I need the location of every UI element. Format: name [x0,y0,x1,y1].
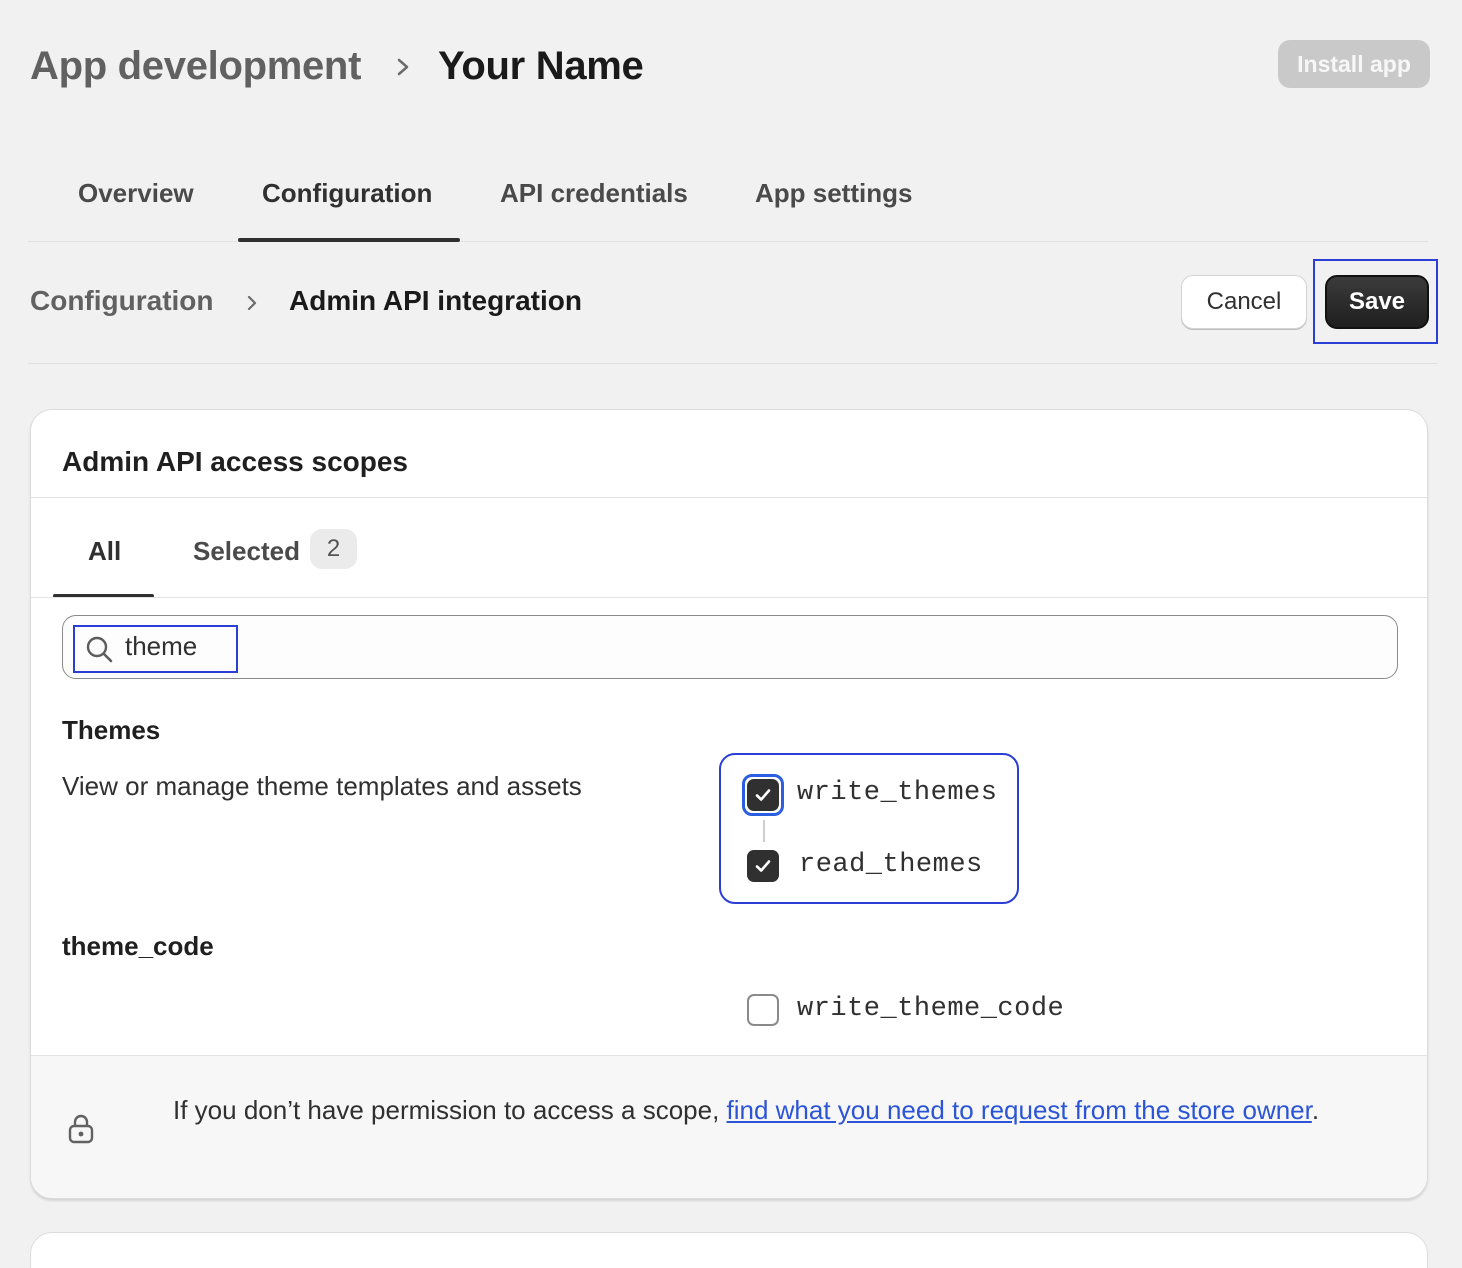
save-button[interactable]: Save [1325,275,1429,329]
write-theme-code-checkbox[interactable] [747,994,779,1026]
scope-group-title: Themes [62,715,161,745]
section-title: Admin API integration [289,285,582,316]
install-app-button[interactable]: Install app [1278,40,1430,88]
tab-app-settings[interactable]: App settings [755,178,912,209]
read-themes-checkbox[interactable] [747,850,779,882]
breadcrumb-app-development[interactable]: App development [30,44,361,89]
tab-api-credentials[interactable]: API credentials [500,178,688,209]
lock-icon [68,1114,94,1144]
access-scopes-card: Admin API access scopes All Selected 2 t… [30,409,1428,1199]
tab-overview[interactable]: Overview [78,178,194,209]
active-tab-indicator [238,238,460,242]
permission-note-text: If you don’t have permission to access a… [173,1095,727,1125]
breadcrumb-configuration[interactable]: Configuration [30,285,214,317]
write-theme-code-label[interactable]: write_theme_code [797,994,1064,1024]
page-header: App development Your Name Install app [30,40,1430,100]
chevron-right-icon [397,58,409,76]
divider [31,597,1427,598]
permission-note-end: . [1311,1095,1320,1125]
tab-configuration[interactable]: Configuration [262,178,432,209]
scope-search-input[interactable]: theme [62,615,1398,679]
tab-selected[interactable]: Selected [193,536,300,567]
request-scope-link[interactable]: find what you need to request from the s… [727,1095,1312,1125]
next-card [30,1232,1428,1268]
chevron-right-icon [247,295,257,311]
selected-count-badge: 2 [310,529,357,569]
scope-group-title: theme_code [62,931,214,961]
checkmark-icon [755,860,771,872]
configuration-header: Configuration Admin API integration Canc… [28,258,1438,364]
page-title: Your Name [438,44,644,88]
read-themes-label[interactable]: read_themes [799,850,983,880]
permission-note: If you don’t have permission to access a… [173,1090,1353,1130]
card-title: Admin API access scopes [62,446,409,477]
cancel-button[interactable]: Cancel [1181,275,1307,329]
tab-all[interactable]: All [88,536,121,567]
write-themes-checkbox[interactable] [747,779,779,811]
search-icon [86,636,113,663]
app-tabs: Overview Configuration API credentials A… [28,160,1428,242]
card-footer: If you don’t have permission to access a… [31,1055,1427,1198]
scope-group-description: View or manage theme templates and asset… [62,771,582,801]
divider [31,497,1427,498]
write-themes-label[interactable]: write_themes [797,778,997,808]
search-query[interactable]: theme [125,631,197,662]
scope-connector [763,820,765,842]
checkmark-icon [755,789,771,801]
